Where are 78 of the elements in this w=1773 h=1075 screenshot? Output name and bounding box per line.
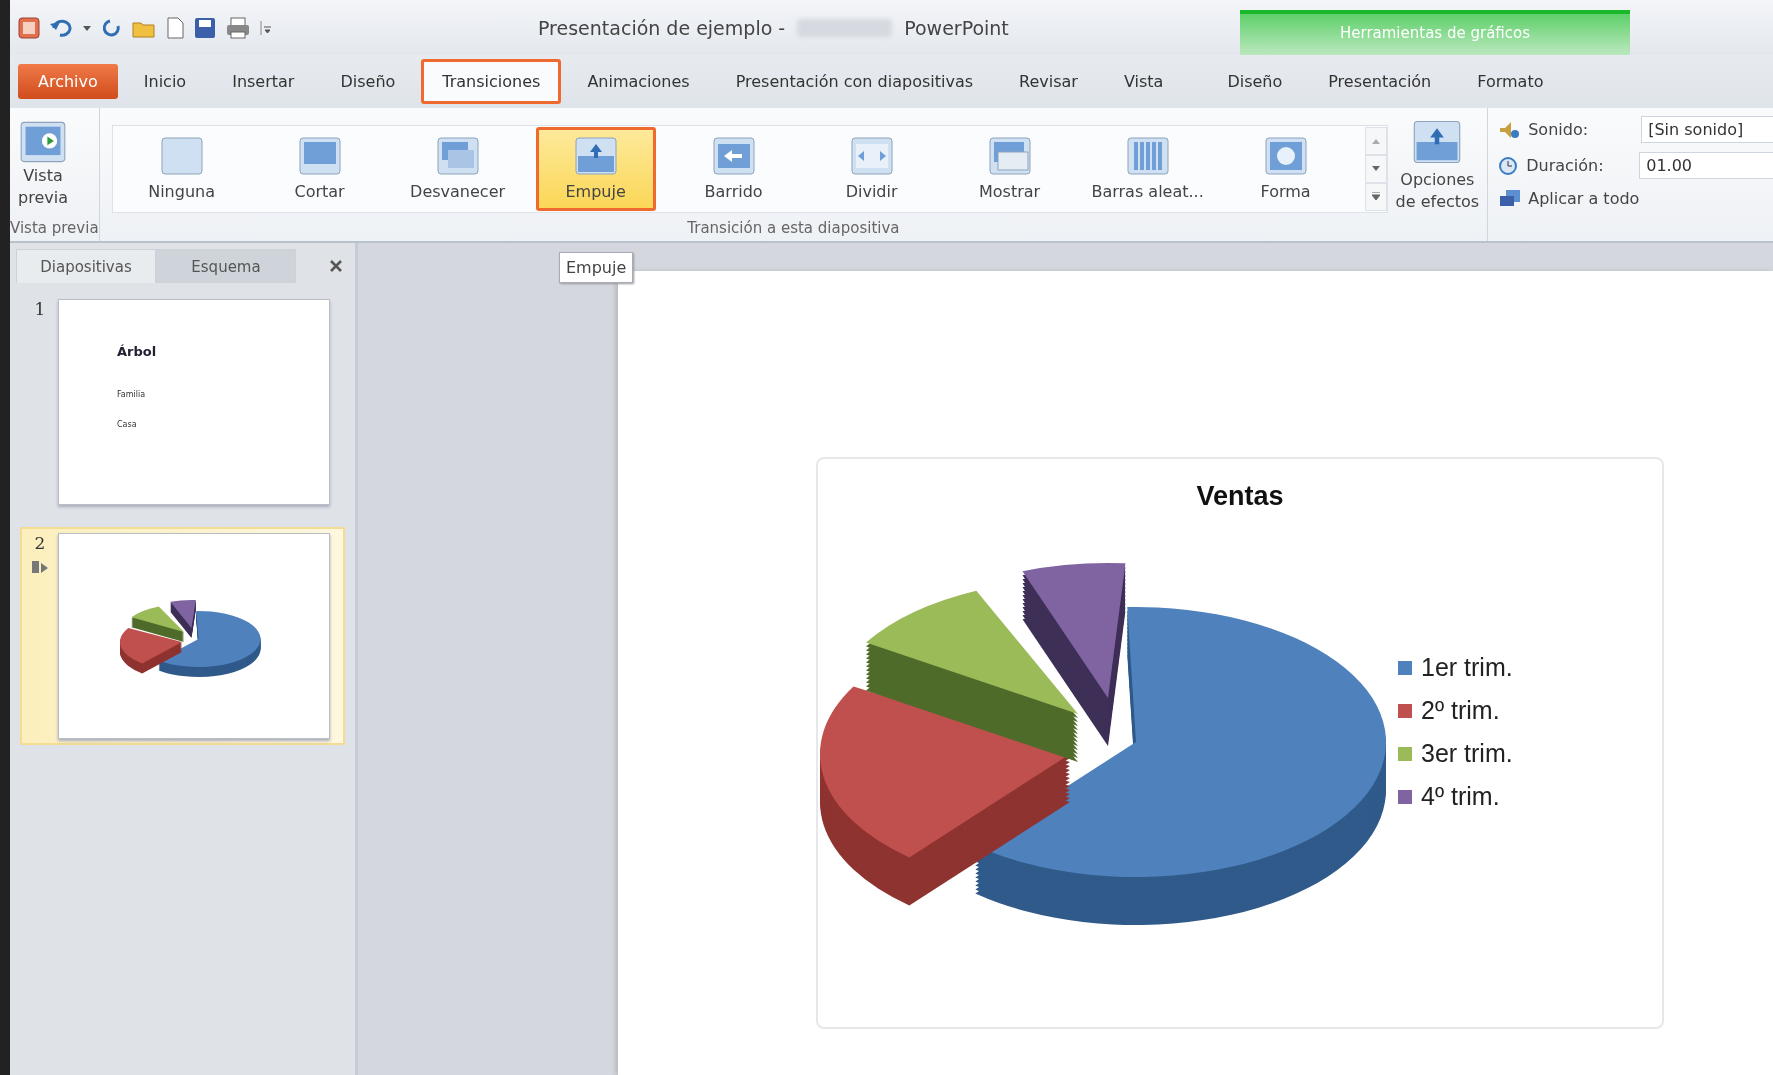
down-arrow-icon — [1371, 165, 1380, 172]
group-label: Transición a esta diapositiva — [686, 219, 901, 239]
transition-option[interactable]: Desvanecer — [388, 126, 527, 211]
contextual-tab[interactable]: Diseño — [1207, 64, 1303, 99]
thumbnail-title: Árbol — [117, 344, 157, 359]
preview-icon — [18, 120, 67, 165]
app-name: PowerPoint — [904, 16, 1009, 39]
fade-transition-icon — [435, 136, 480, 176]
ribbon-tab[interactable]: Diseño — [320, 64, 416, 99]
push-transition-icon — [573, 136, 618, 176]
duration-field[interactable]: 01.00 — [1639, 152, 1773, 179]
bars-transition-icon — [1125, 136, 1170, 176]
wipe-transition-icon — [711, 136, 756, 176]
close-icon — [329, 259, 343, 273]
legend-label: 4º trim. — [1421, 782, 1500, 811]
cut-transition-icon — [297, 136, 342, 176]
clock-icon — [1498, 155, 1519, 176]
transition-option[interactable]: Cortar — [250, 126, 389, 211]
ribbon-tab[interactable]: Transiciones — [421, 59, 562, 104]
slide-thumbnail[interactable] — [58, 533, 330, 739]
save-icon[interactable] — [194, 16, 216, 39]
print-icon[interactable] — [226, 16, 250, 39]
transition-option[interactable]: Dividir — [802, 126, 941, 211]
slide-number: 1 — [34, 299, 46, 319]
undo-icon[interactable] — [50, 17, 72, 38]
reveal-transition-icon — [987, 136, 1032, 176]
ribbon-tab[interactable]: Vista — [1103, 64, 1184, 99]
slide-number: 2 — [34, 533, 46, 553]
contextual-group-label: Herramientas de gráficos — [1340, 24, 1530, 44]
slide-thumbnail-row[interactable]: 2 — [20, 527, 345, 745]
contextual-tab[interactable]: Formato — [1457, 64, 1564, 99]
duration-label: Duración: — [1526, 156, 1605, 175]
customize-toolbar-icon[interactable] — [260, 19, 272, 36]
ribbon-tab[interactable]: Revisar — [999, 64, 1098, 99]
file-tab[interactable]: Archivo — [18, 64, 118, 99]
none-icon — [159, 136, 204, 176]
thumbnail-text: Casa — [117, 420, 137, 429]
more-button[interactable] — [1364, 182, 1387, 211]
pane-tab[interactable]: Esquema — [156, 249, 296, 283]
redo-icon[interactable] — [102, 17, 122, 38]
up-arrow-icon — [1371, 137, 1380, 144]
effect-options-button[interactable]: Opciones de efectos — [1387, 114, 1488, 213]
legend-label: 2º trim. — [1421, 696, 1500, 725]
more-icon — [1371, 191, 1380, 200]
transition-option[interactable]: Forma — [1216, 126, 1355, 211]
group-label: Vista previa — [10, 219, 99, 239]
chart-title: Ventas — [1196, 481, 1284, 512]
transition-option[interactable]: Mostrar — [940, 126, 1079, 211]
split-transition-icon — [849, 136, 894, 176]
ribbon-tab[interactable]: Presentación con diapositivas — [715, 64, 994, 99]
dropdown-icon[interactable] — [82, 23, 92, 32]
legend-label: 1er trim. — [1421, 653, 1513, 682]
transition-option[interactable]: Ninguna — [112, 126, 251, 211]
tooltip: Empuje — [559, 252, 634, 283]
window-title: Presentación de ejemplo - — [538, 16, 786, 39]
ribbon-tab[interactable]: Inicio — [123, 64, 207, 99]
scroll-down-button[interactable] — [1364, 154, 1387, 183]
slide-thumbnail[interactable]: Árbol Familia Casa — [58, 299, 330, 505]
contextual-tab[interactable]: Presentación — [1308, 64, 1452, 99]
sound-label: Sonido: — [1528, 120, 1590, 139]
transition-option[interactable]: Barras aleat... — [1078, 126, 1217, 211]
ribbon-tab[interactable]: Animaciones — [567, 64, 710, 99]
close-button[interactable] — [329, 259, 343, 273]
legend-label: 3er trim. — [1421, 739, 1513, 768]
shape-transition-icon — [1263, 136, 1308, 176]
apply-all-icon — [1498, 188, 1523, 208]
app-icon[interactable] — [18, 16, 40, 39]
ribbon-tab[interactable]: Insertar — [212, 64, 315, 99]
pane-tab[interactable]: Diapositivas — [16, 249, 156, 283]
transition-option[interactable]: Barrido — [664, 126, 803, 211]
transition-icon — [30, 559, 50, 575]
thumbnail-text: Familia — [117, 390, 146, 399]
apply-all-button[interactable]: Aplicar a todo — [1498, 188, 1640, 208]
preview-button[interactable]: Vista previa — [10, 118, 76, 209]
transition-option[interactable]: Empuje — [535, 126, 656, 211]
slide-thumbnail-row[interactable]: 1 Árbol Familia Casa — [20, 293, 345, 511]
sound-field[interactable]: [Sin sonido] — [1641, 116, 1773, 143]
chart-frame[interactable]: Ventas 1er trim. 2º trim. 3er trim. 4º trim. — [816, 457, 1664, 1029]
